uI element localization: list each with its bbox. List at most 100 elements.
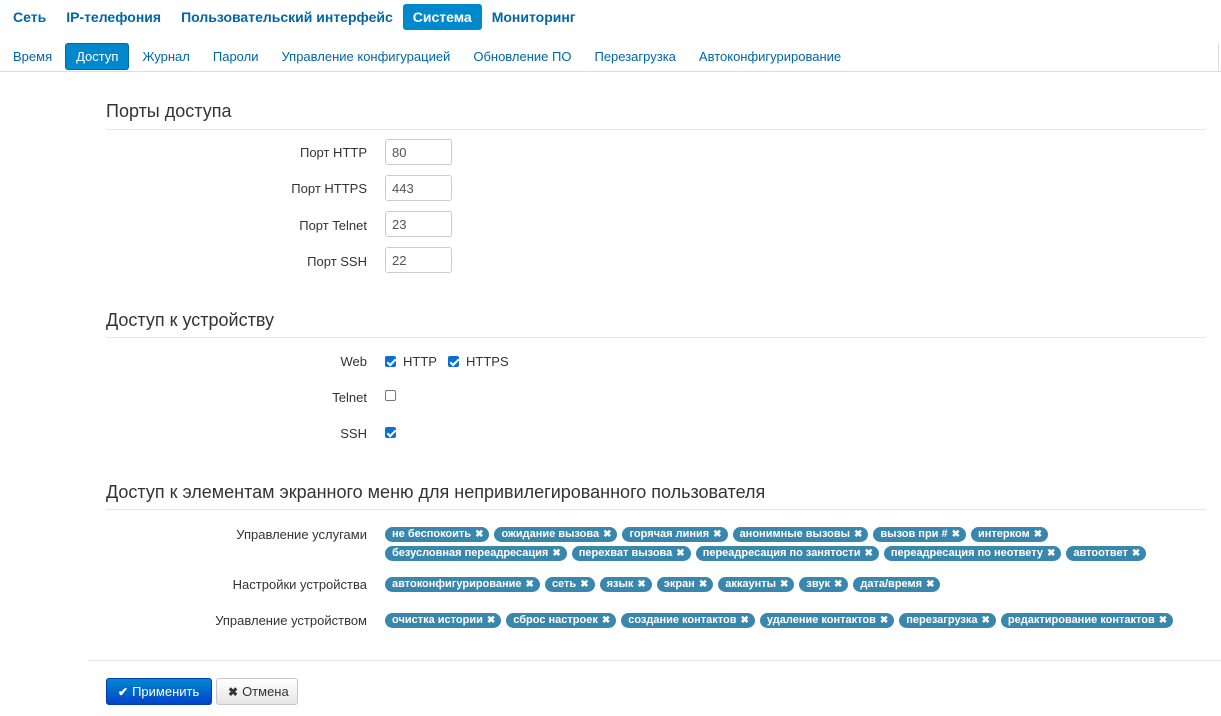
tag-label: переадресация по занятости xyxy=(702,547,861,559)
tag-item: удаление контактов ✖ xyxy=(759,613,895,628)
tag-label: редактирование контактов xyxy=(1007,614,1155,626)
tag-remove-icon[interactable]: ✖ xyxy=(834,577,842,592)
tag-item: сеть ✖ xyxy=(544,577,595,592)
subtab-log[interactable]: Журнал xyxy=(132,43,199,70)
tag-item: автоответ ✖ xyxy=(1066,546,1147,561)
services-management-label: Управление услугами xyxy=(236,527,367,542)
tag-remove-icon[interactable]: ✖ xyxy=(552,546,560,561)
subtab-firmware-update[interactable]: Обновление ПО xyxy=(463,43,581,70)
section-divider xyxy=(106,509,1206,510)
tag-remove-icon[interactable]: ✖ xyxy=(1159,613,1167,628)
footer-divider xyxy=(88,660,1221,661)
tag-remove-icon[interactable]: ✖ xyxy=(854,527,862,542)
tag-item: создание контактов ✖ xyxy=(621,613,755,628)
http-port-input[interactable] xyxy=(385,139,452,165)
check-icon: ✔ xyxy=(118,684,129,699)
tag-item: не беспокоить ✖ xyxy=(385,527,490,542)
web-http-checkbox[interactable] xyxy=(385,356,396,367)
tab-user-interface[interactable]: Пользовательский интерфейс xyxy=(171,4,403,30)
tag-item: экран ✖ xyxy=(656,577,714,592)
tag-item: перезагрузка ✖ xyxy=(899,613,996,628)
tag-remove-icon[interactable]: ✖ xyxy=(526,577,534,592)
tag-remove-icon[interactable]: ✖ xyxy=(864,546,872,561)
web-https-checkbox[interactable] xyxy=(448,356,459,367)
subtab-reboot[interactable]: Перезагрузка xyxy=(584,43,685,70)
ssh-checkbox[interactable] xyxy=(385,427,396,438)
subtab-config-management[interactable]: Управление конфигурацией xyxy=(271,43,460,70)
tag-remove-icon[interactable]: ✖ xyxy=(926,577,934,592)
telnet-port-input[interactable] xyxy=(385,211,452,237)
web-http-label: HTTP xyxy=(403,354,437,369)
tag-label: сеть xyxy=(551,578,577,590)
tag-remove-icon[interactable]: ✖ xyxy=(741,613,749,628)
tag-remove-icon[interactable]: ✖ xyxy=(1034,527,1042,542)
tag-remove-icon[interactable]: ✖ xyxy=(1047,546,1055,561)
subtab-passwords[interactable]: Пароли xyxy=(203,43,269,70)
top-nav: Сеть IP-телефония Пользовательский интер… xyxy=(3,4,586,30)
tag-remove-icon[interactable]: ✖ xyxy=(580,577,588,592)
tag-item: очистка истории ✖ xyxy=(385,613,502,628)
tag-label: создание контактов xyxy=(628,614,737,626)
tag-label: автоответ xyxy=(1073,547,1128,559)
tag-label: автоконфигурирование xyxy=(392,578,522,590)
tag-item: интерком ✖ xyxy=(971,527,1049,542)
tag-item: язык ✖ xyxy=(599,577,652,592)
tag-label: очистка истории xyxy=(392,614,483,626)
tag-label: экран xyxy=(663,578,695,590)
ssh-label: SSH xyxy=(340,426,367,441)
web-https-label: HTTPS xyxy=(466,354,509,369)
section-title-ports: Порты доступа xyxy=(106,101,232,121)
tag-remove-icon[interactable]: ✖ xyxy=(602,613,610,628)
tag-label: дата/время xyxy=(860,578,923,590)
tab-monitoring[interactable]: Мониторинг xyxy=(482,4,586,30)
tag-item: редактирование контактов ✖ xyxy=(1000,613,1174,628)
tag-item: анонимные вызовы ✖ xyxy=(732,527,869,542)
tag-remove-icon[interactable]: ✖ xyxy=(699,577,707,592)
telnet-checkbox[interactable] xyxy=(385,390,396,401)
tag-label: переадресация по неответу xyxy=(890,547,1043,559)
tag-item: безусловная переадресация ✖ xyxy=(385,546,567,561)
tab-network[interactable]: Сеть xyxy=(3,4,56,30)
tag-item: переадресация по неответу ✖ xyxy=(883,546,1062,561)
cancel-button[interactable]: ✖ Отмена xyxy=(216,678,298,705)
tag-label: удаление контактов xyxy=(766,614,876,626)
tag-remove-icon[interactable]: ✖ xyxy=(487,613,495,628)
https-port-label: Порт HTTPS xyxy=(291,181,367,196)
tag-remove-icon[interactable]: ✖ xyxy=(880,613,888,628)
tag-label: язык xyxy=(606,578,634,590)
tag-remove-icon[interactable]: ✖ xyxy=(676,546,684,561)
section-title-menu-access: Доступ к элементам экранного меню для не… xyxy=(106,482,766,502)
tag-label: перехват вызова xyxy=(578,547,673,559)
web-label: Web xyxy=(340,354,368,369)
tab-ip-telephony[interactable]: IP-телефония xyxy=(56,4,171,30)
tag-remove-icon[interactable]: ✖ xyxy=(1132,546,1140,561)
tag-remove-icon[interactable]: ✖ xyxy=(475,527,483,542)
section-title-device-access: Доступ к устройству xyxy=(106,310,275,330)
tag-remove-icon[interactable]: ✖ xyxy=(982,613,990,628)
section-divider xyxy=(106,129,1206,130)
subnav-right-border xyxy=(1218,43,1219,72)
subtab-autoprovisioning[interactable]: Автоконфигурирование xyxy=(689,43,851,70)
tag-label: вызов при # xyxy=(880,528,948,540)
tag-label: горячая линия xyxy=(629,528,710,540)
tag-remove-icon[interactable]: ✖ xyxy=(637,577,645,592)
tag-label: анонимные вызовы xyxy=(739,528,851,540)
apply-button[interactable]: ✔ Применить xyxy=(106,678,212,705)
tag-label: перезагрузка xyxy=(906,614,978,626)
tag-remove-icon[interactable]: ✖ xyxy=(603,527,611,542)
tag-item: вызов при # ✖ xyxy=(873,527,966,542)
tag-label: звук xyxy=(806,578,830,590)
tag-remove-icon[interactable]: ✖ xyxy=(952,527,960,542)
subtab-access[interactable]: Доступ xyxy=(65,43,130,70)
cancel-button-label: Отмена xyxy=(242,684,289,699)
tag-remove-icon[interactable]: ✖ xyxy=(713,527,721,542)
tab-system[interactable]: Система xyxy=(402,4,482,30)
ssh-port-input[interactable] xyxy=(385,247,452,273)
subtab-time[interactable]: Время xyxy=(3,43,62,70)
tag-remove-icon[interactable]: ✖ xyxy=(780,577,788,592)
telnet-label: Telnet xyxy=(332,390,367,405)
https-port-input[interactable] xyxy=(385,175,452,201)
close-icon: ✖ xyxy=(228,684,239,699)
tag-item: сброс настроек ✖ xyxy=(506,613,617,628)
http-port-label: Порт HTTP xyxy=(299,145,367,160)
